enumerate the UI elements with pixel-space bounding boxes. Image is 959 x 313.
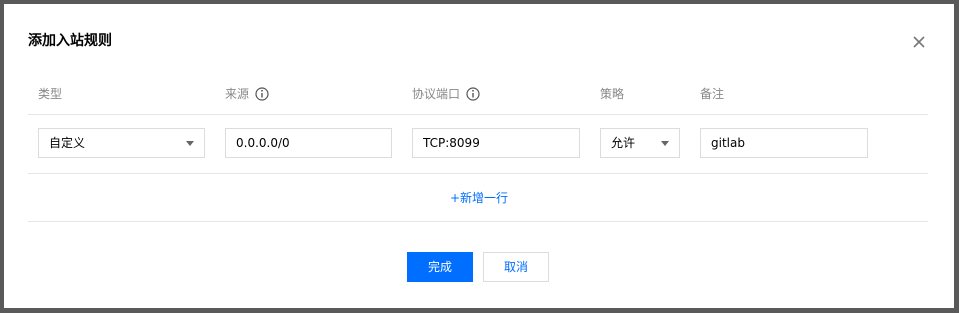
row-divider	[28, 173, 928, 174]
header-divider	[28, 114, 928, 115]
column-header-policy-label: 策略	[600, 87, 625, 101]
info-icon[interactable]	[466, 87, 480, 101]
remark-input[interactable]	[700, 128, 868, 158]
cancel-button[interactable]: 取消	[483, 252, 549, 282]
policy-select[interactable]: 允许	[600, 128, 680, 158]
type-select[interactable]: 自定义	[38, 128, 205, 158]
footer-divider	[28, 221, 928, 222]
type-select-value: 自定义	[49, 136, 86, 150]
close-icon[interactable]	[910, 33, 928, 51]
info-icon[interactable]	[255, 87, 269, 101]
done-button[interactable]: 完成	[407, 252, 473, 282]
source-input[interactable]	[225, 128, 392, 158]
port-input[interactable]	[412, 128, 580, 158]
column-header-type-label: 类型	[38, 87, 63, 101]
add-row-link[interactable]: +新增一行	[4, 190, 954, 206]
policy-select-value: 允许	[611, 136, 636, 150]
chevron-down-icon	[186, 141, 194, 146]
dialog-title: 添加入站规则	[28, 33, 112, 49]
chevron-down-icon	[661, 141, 669, 146]
column-header-port: 协议端口	[412, 86, 480, 102]
column-header-port-label: 协议端口	[412, 87, 461, 101]
column-header-source: 来源	[225, 86, 269, 102]
column-header-remark: 备注	[700, 86, 724, 102]
column-header-source-label: 来源	[225, 87, 250, 101]
column-header-type: 类型	[38, 86, 62, 102]
column-header-remark-label: 备注	[700, 87, 725, 101]
column-header-policy: 策略	[600, 86, 624, 102]
add-inbound-rule-dialog: 添加入站规则 类型 来源 协议端口 策略 备注 自定义 0.0.0.0/0 TC…	[4, 4, 954, 308]
